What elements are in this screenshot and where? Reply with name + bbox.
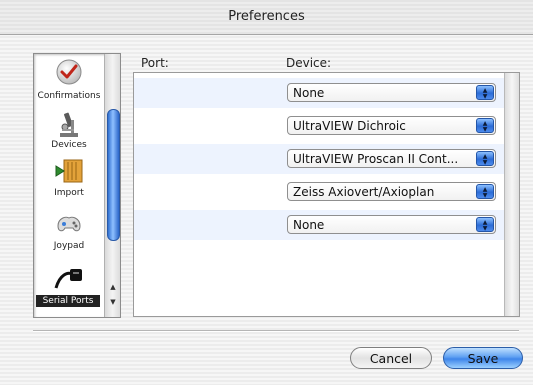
table-row: KeySerial1 None ▲▼: [134, 78, 504, 108]
popup-arrows-icon[interactable]: ▲ ▼: [476, 118, 494, 133]
sidebar-scroll-thumb[interactable]: [107, 109, 120, 241]
table-row: USA49W4b1P3.3 Zeiss Axiovert/Axioplan ▲▼: [134, 177, 504, 207]
cancel-button[interactable]: Cancel: [350, 347, 432, 369]
sidebar-item-serial-ports[interactable]: Serial Ports: [34, 264, 104, 314]
sidebar-item-joypad[interactable]: Joypad: [34, 210, 104, 260]
import-arrow-icon: [55, 159, 83, 183]
sidebar-item-label: Confirmations: [37, 91, 101, 101]
device-select-value: UltraVIEW Dichroic: [293, 119, 406, 133]
device-select-value: UltraVIEW Proscan II Cont...: [293, 152, 459, 166]
popup-arrows-icon[interactable]: ▲ ▼: [476, 151, 494, 166]
serial-ports-table: KeySerial1 None ▲▼ USA49W4b1P1.1 UltraVI…: [133, 72, 520, 317]
popup-arrows-icon[interactable]: ▲ ▼: [476, 85, 494, 100]
sidebar-item-label: Import: [54, 188, 84, 198]
window-title: Preferences: [228, 9, 305, 24]
sidebar-item-label: Serial Ports: [36, 295, 100, 307]
device-select[interactable]: Zeiss Axiovert/Axioplan ▲ ▼: [287, 182, 496, 201]
sidebar-item-label: Joypad: [53, 241, 85, 251]
popup-arrows-icon[interactable]: ▲ ▼: [476, 217, 494, 232]
device-select[interactable]: None ▲ ▼: [287, 83, 496, 102]
scroll-up-arrow-icon[interactable]: ▲: [108, 282, 118, 292]
device-select-value: None: [293, 86, 325, 100]
divider: [33, 330, 519, 331]
microscope-icon: [60, 112, 78, 137]
preferences-sidebar: Confirmations Devices Import Joypad Seri…: [33, 53, 121, 318]
table-row: USA49W4b1P1.1 UltraVIEW Dichroic ▲▼: [134, 111, 504, 141]
joypad-icon: [57, 216, 81, 232]
table-row: USA49W4b1P4.4 None ▲▼: [134, 210, 504, 240]
scroll-down-arrow-icon[interactable]: ▼: [108, 297, 118, 307]
sidebar-item-devices[interactable]: Devices: [34, 110, 104, 160]
device-select[interactable]: None ▲ ▼: [287, 215, 496, 234]
port-column-header: Port:: [141, 56, 169, 70]
table-scrollbar[interactable]: [504, 73, 519, 316]
table-row: USA49W4b1P2.2 UltraVIEW Proscan II Cont.…: [134, 144, 504, 174]
sidebar-item-confirmations[interactable]: Confirmations: [34, 58, 104, 108]
device-column-header: Device:: [286, 56, 332, 70]
device-select-value: Zeiss Axiovert/Axioplan: [293, 185, 435, 199]
checkmark-icon: [56, 59, 82, 85]
sidebar-scrollbar[interactable]: ▲ ▼: [104, 54, 120, 317]
sidebar-item-label: Devices: [51, 140, 87, 150]
save-button[interactable]: Save: [443, 347, 523, 369]
popup-arrows-icon[interactable]: ▲ ▼: [476, 184, 494, 199]
device-select-value: None: [293, 218, 325, 232]
serial-cable-icon: [54, 269, 82, 289]
title-bar: Preferences: [0, 0, 533, 35]
sidebar-item-import[interactable]: Import: [34, 157, 104, 207]
device-select[interactable]: UltraVIEW Proscan II Cont... ▲ ▼: [287, 149, 496, 168]
device-select[interactable]: UltraVIEW Dichroic ▲ ▼: [287, 116, 496, 135]
